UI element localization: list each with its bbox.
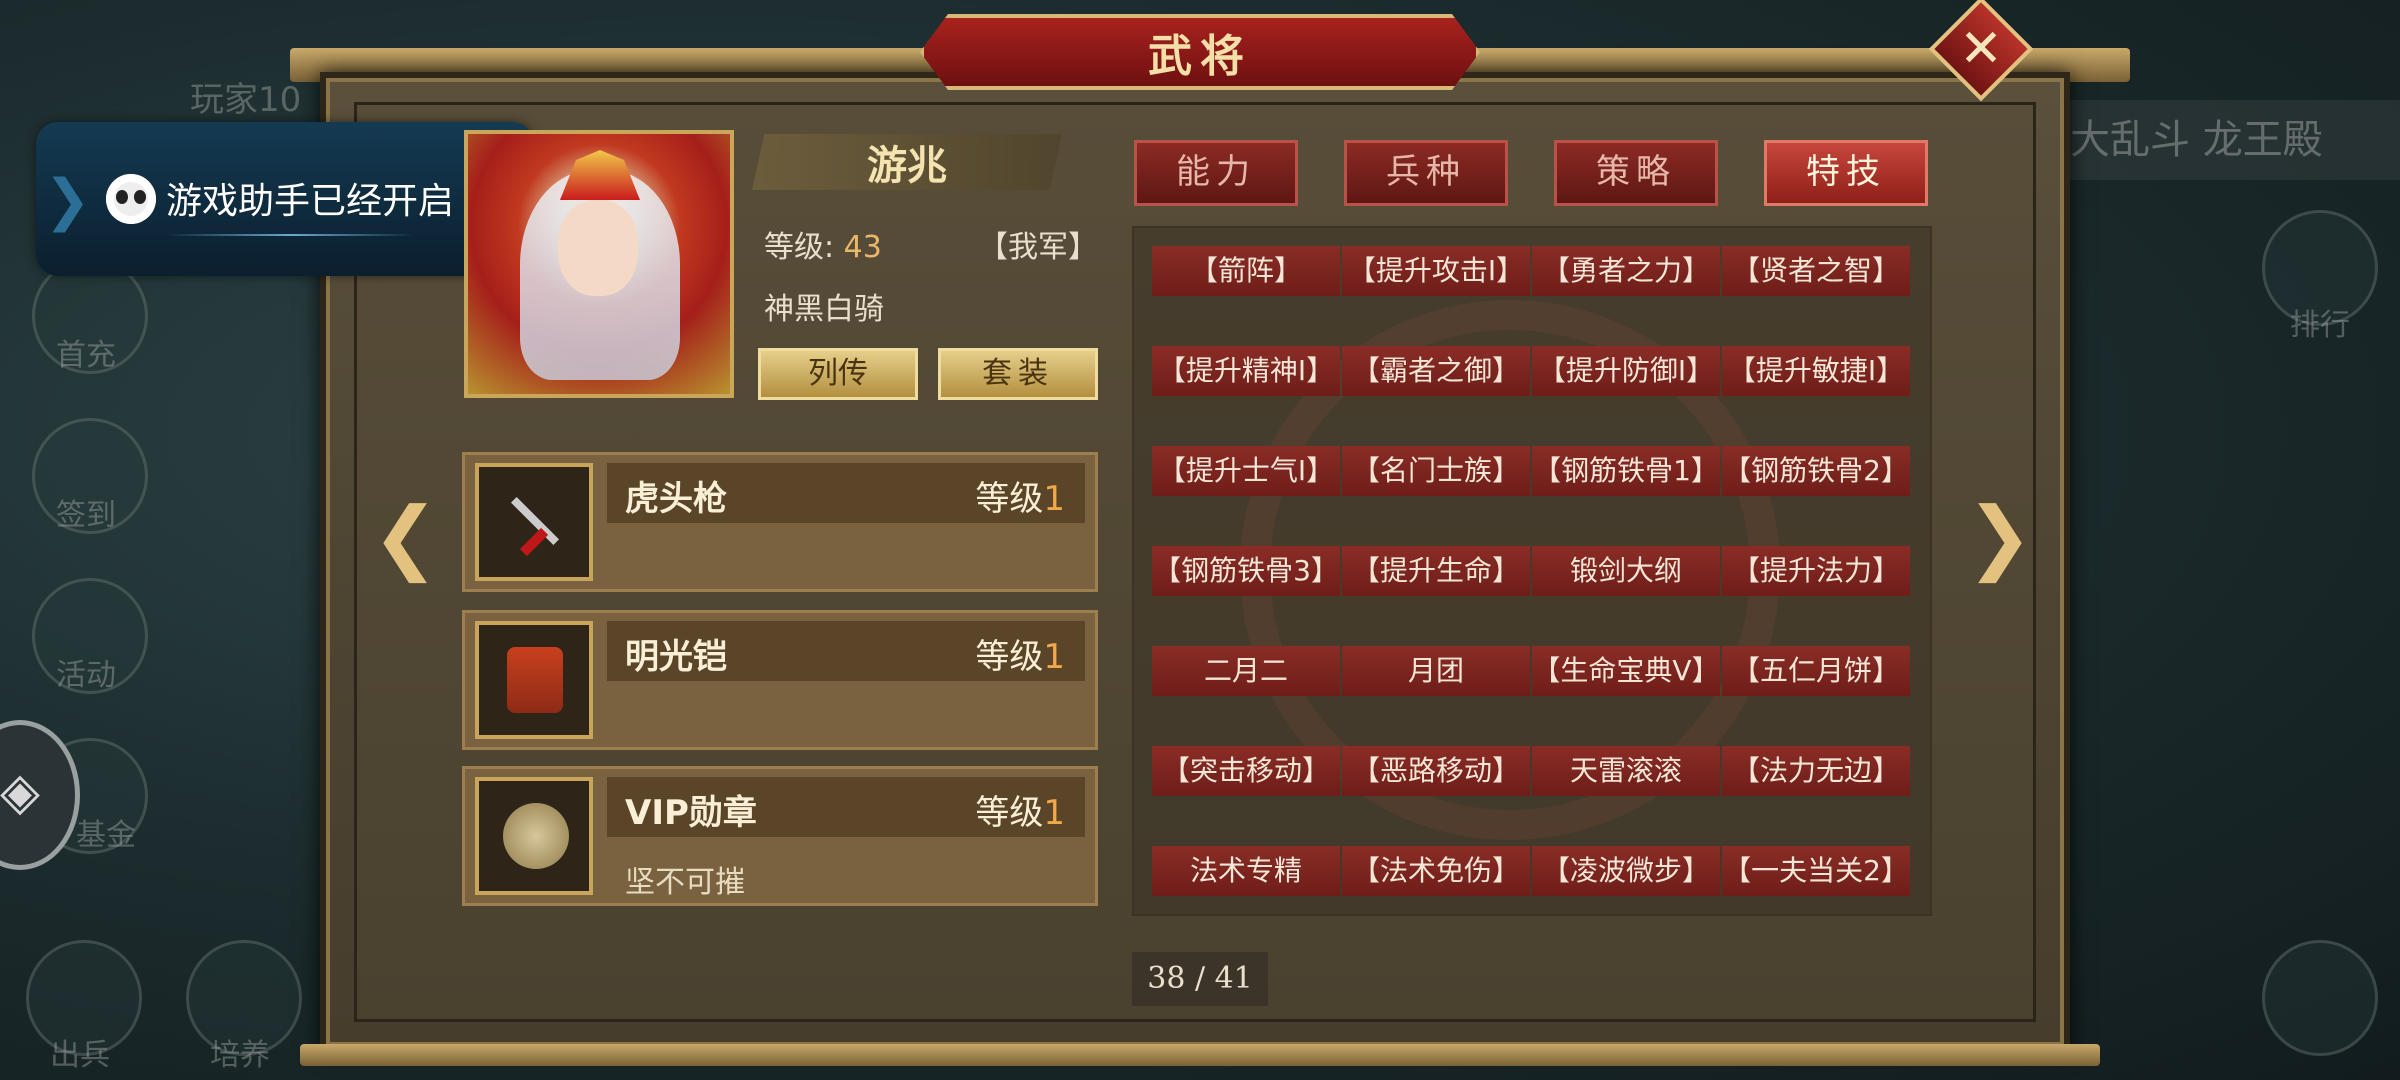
skill-item[interactable]: 【提升士气Ⅰ】 <box>1152 446 1340 496</box>
bg-signin-label: 签到 <box>56 498 116 533</box>
equipment-level-value: 1 <box>1043 793 1065 833</box>
skill-item[interactable]: 【贤者之智】 <box>1722 246 1910 296</box>
skill-item[interactable]: 【提升生命】 <box>1342 546 1530 596</box>
skill-item[interactable]: 【五仁月饼】 <box>1722 646 1910 696</box>
medal-icon <box>503 803 569 869</box>
assistant-icon[interactable]: ◈ <box>0 762 40 822</box>
equipment-item[interactable]: 明光铠 等级1 <box>462 610 1098 750</box>
level-row: 等级: 43 <box>764 222 882 266</box>
next-general-arrow-icon[interactable]: ❯ <box>1966 490 2033 583</box>
equipment-name: 虎头枪 <box>625 479 727 519</box>
skill-item[interactable]: 【霸者之御】 <box>1342 346 1530 396</box>
skill-item[interactable]: 【钢筋铁骨3】 <box>1152 546 1340 596</box>
portrait-face <box>558 200 638 296</box>
equipment-name: 明光铠 <box>625 637 727 677</box>
close-icon[interactable]: ✕ <box>1944 12 2018 86</box>
skill-item[interactable]: 【提升防御Ⅰ】 <box>1532 346 1720 396</box>
skill-item[interactable]: 【钢筋铁骨2】 <box>1722 446 1910 496</box>
skill-item[interactable]: 天雷滚滚 <box>1532 746 1720 796</box>
equipment-level-label: 等级 <box>975 793 1044 833</box>
set-button[interactable]: 套装 <box>938 348 1098 400</box>
spear-tassel <box>519 527 549 557</box>
general-name-plate: 游兆 <box>752 134 1062 190</box>
bg-ranking-label: 排行 <box>2290 308 2350 343</box>
biography-button[interactable]: 列传 <box>758 348 918 400</box>
unit-type-label: 神黑白骑 <box>764 292 884 327</box>
equipment-level: 等级1 <box>975 629 1065 678</box>
bg-fund-label: 基金 <box>76 818 136 853</box>
equipment-item[interactable]: 虎头枪 等级1 <box>462 452 1098 592</box>
helper-toast: ❯ 游戏助手已经开启 <box>36 122 534 276</box>
bg-first-recharge-label: 首充 <box>56 338 116 373</box>
skill-item[interactable]: 【提升攻击Ⅰ】 <box>1342 246 1530 296</box>
skill-item[interactable]: 锻剑大纲 <box>1532 546 1720 596</box>
equipment-level: 等级1 <box>975 785 1065 834</box>
skill-item[interactable]: 【凌波微步】 <box>1532 846 1720 896</box>
level-label: 等级: <box>764 230 835 265</box>
skill-item[interactable]: 二月二 <box>1152 646 1340 696</box>
skill-item[interactable]: 法术专精 <box>1152 846 1340 896</box>
bg-deploy-label: 出兵 <box>50 1038 110 1073</box>
panel-bottom-ornament <box>300 1044 2100 1066</box>
bg-train-label: 培养 <box>210 1038 270 1073</box>
panel-title: 武将 <box>1148 31 1252 82</box>
equipment-level-label: 等级 <box>975 479 1044 519</box>
tab-troop-type[interactable]: 兵种 <box>1344 140 1508 206</box>
panel-title-plate: 武将 <box>920 14 1480 90</box>
equipment-slot[interactable] <box>475 621 593 739</box>
faction-label: 【我军】 <box>978 230 1098 265</box>
tab-ability[interactable]: 能力 <box>1134 140 1298 206</box>
bg-player-label: 玩家10 <box>190 80 302 120</box>
equipment-level-value: 1 <box>1043 637 1065 677</box>
toast-text: 游戏助手已经开启 <box>166 181 455 222</box>
general-name: 游兆 <box>867 143 947 189</box>
bg-event-banner: 大乱斗 龙王殿 <box>2030 100 2400 180</box>
panda-icon <box>106 174 156 224</box>
toast-divider <box>166 234 416 236</box>
skill-item[interactable]: 【提升敏捷Ⅰ】 <box>1722 346 1910 396</box>
skill-item[interactable]: 【提升法力】 <box>1722 546 1910 596</box>
armor-icon <box>507 647 563 713</box>
skill-item[interactable]: 【法术免伤】 <box>1342 846 1530 896</box>
equipment-slot[interactable] <box>475 463 593 581</box>
skill-item[interactable]: 【生命宝典Ⅴ】 <box>1532 646 1720 696</box>
equipment-effect: 坚不可摧 <box>625 865 745 900</box>
skill-item[interactable]: 【法力无边】 <box>1722 746 1910 796</box>
equipment-level: 等级1 <box>975 471 1065 520</box>
equipment-slot[interactable] <box>475 777 593 895</box>
skill-item[interactable]: 【突击移动】 <box>1152 746 1340 796</box>
tab-strategy[interactable]: 策略 <box>1554 140 1718 206</box>
tab-special-skills[interactable]: 特技 <box>1764 140 1928 206</box>
skill-item[interactable]: 【勇者之力】 <box>1532 246 1720 296</box>
chevron-right-icon: ❯ <box>44 168 91 233</box>
equipment-name: VIP勋章 <box>625 793 757 833</box>
skill-item[interactable]: 【恶路移动】 <box>1342 746 1530 796</box>
bg-menu-button <box>2262 940 2378 1056</box>
skill-item[interactable]: 【提升精神Ⅰ】 <box>1152 346 1340 396</box>
skill-item[interactable]: 【钢筋铁骨1】 <box>1532 446 1720 496</box>
bg-activity-label: 活动 <box>56 658 116 693</box>
skill-item[interactable]: 【一夫当关2】 <box>1722 846 1910 896</box>
skill-item[interactable]: 【箭阵】 <box>1152 246 1340 296</box>
skill-item[interactable]: 【名门士族】 <box>1342 446 1530 496</box>
equipment-level-value: 1 <box>1043 479 1065 519</box>
page-indicator: 38 / 41 <box>1132 952 1268 1006</box>
prev-general-arrow-icon[interactable]: ❮ <box>372 490 439 583</box>
equipment-item[interactable]: VIP勋章 等级1 坚不可摧 <box>462 766 1098 906</box>
equipment-level-label: 等级 <box>975 637 1044 677</box>
level-value: 43 <box>843 230 882 265</box>
skill-item[interactable]: 月团 <box>1342 646 1530 696</box>
